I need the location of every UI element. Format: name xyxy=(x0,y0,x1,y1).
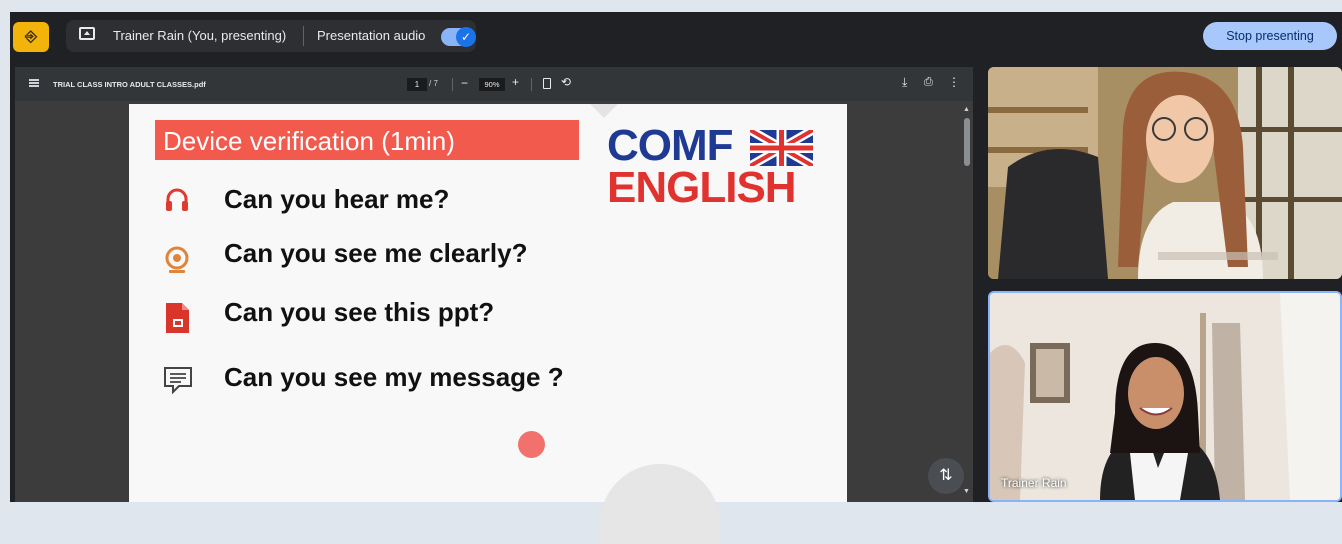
question-text: Can you see me clearly? xyxy=(224,238,528,268)
union-flag-logo-icon xyxy=(750,130,813,166)
scroll-up-arrow-icon[interactable]: ▲ xyxy=(963,106,970,113)
question-text: Can you hear me? xyxy=(224,184,450,214)
pointer-dot xyxy=(518,431,545,458)
participant-video-feed xyxy=(988,67,1342,279)
menu-icon[interactable] xyxy=(29,79,39,87)
zoom-out-button[interactable]: − xyxy=(461,76,468,90)
presentation-audio-toggle[interactable]: ✓ xyxy=(441,27,476,47)
print-icon[interactable]: ⎙ xyxy=(924,76,933,89)
self-video-feed xyxy=(990,293,1340,500)
zoom-level-input[interactable]: 90% xyxy=(479,78,505,91)
participant-video-tile-self[interactable] xyxy=(988,291,1342,502)
rotate-icon[interactable]: ⟲ xyxy=(561,75,571,89)
toolbar-divider xyxy=(531,78,532,91)
scroll-down-arrow-icon[interactable]: ▼ xyxy=(963,488,970,495)
page-total: / 7 xyxy=(429,79,438,88)
headphones-icon xyxy=(163,186,191,214)
divider xyxy=(303,26,304,46)
participant-video-tile[interactable] xyxy=(988,67,1342,279)
slide-title: Device verification (1min) xyxy=(163,126,455,156)
present-screen-icon xyxy=(79,27,95,40)
chat-message-icon xyxy=(163,366,192,395)
checkmark-icon: ✓ xyxy=(456,27,476,47)
logo-text-line1: COMF xyxy=(607,121,734,170)
presenter-label: Trainer Rain (You, presenting) xyxy=(113,28,287,43)
exit-door-icon[interactable]: ⎆ xyxy=(13,22,49,52)
zoom-in-button[interactable]: + xyxy=(512,75,519,89)
pdf-filename: TRIAL CLASS INTRO ADULT CLASSES.pdf xyxy=(53,80,206,89)
participant-name-label: Trainer Rain xyxy=(1001,476,1067,490)
more-options-icon[interactable]: ⋮ xyxy=(948,75,960,89)
slides-file-icon xyxy=(163,302,191,334)
question-text: Can you see this ppt? xyxy=(224,297,495,327)
scrollbar-thumb[interactable] xyxy=(964,118,970,166)
question-text: Can you see my message ? xyxy=(224,362,564,392)
toolbar-divider xyxy=(452,78,453,91)
download-icon[interactable]: ⤓ xyxy=(902,75,907,90)
swap-layout-button[interactable]: ⇅ xyxy=(928,458,964,494)
presentation-audio-label: Presentation audio xyxy=(317,28,426,43)
logo-text-line2: ENGLISH xyxy=(607,163,797,212)
slide-decoration xyxy=(590,104,618,118)
fit-page-icon[interactable] xyxy=(543,78,551,89)
stop-presenting-button[interactable]: Stop presenting xyxy=(1203,22,1337,50)
page-number-input[interactable]: 1 xyxy=(407,78,427,91)
webcam-icon xyxy=(163,246,191,274)
